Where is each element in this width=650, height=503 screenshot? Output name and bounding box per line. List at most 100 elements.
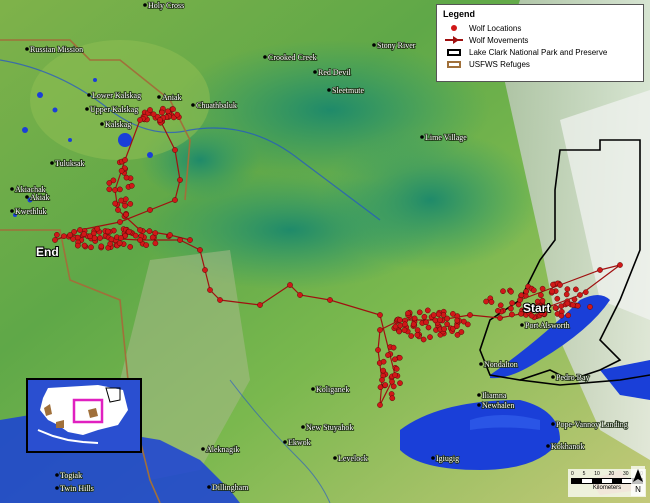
town-label: Akiak [30, 193, 50, 202]
wolf-location-point [122, 196, 129, 203]
scale-tick: 20 [608, 471, 615, 477]
wolf-location-point [77, 227, 83, 233]
wolf-location-point [94, 225, 101, 232]
town-label: Lime Village [425, 133, 467, 142]
wolf-location-point [112, 200, 119, 207]
inset-svg [37, 385, 128, 444]
town-dot [333, 456, 337, 460]
start-label: Start [523, 301, 550, 315]
black-outline-icon [443, 47, 465, 57]
town-marker: Red Devil [313, 67, 352, 78]
town-marker: Lower Kalskag [87, 90, 142, 101]
wolf-location-point [427, 334, 433, 340]
town-dot [263, 55, 267, 59]
wolf-location-point [377, 327, 383, 333]
pond [52, 107, 58, 113]
wolf-location-point [380, 367, 387, 374]
wolf-location-point [402, 321, 408, 328]
pond [22, 127, 28, 133]
town-marker: Nondalton [479, 359, 519, 370]
wolf-location-point [207, 287, 213, 293]
end-label: End [36, 245, 59, 259]
wolf-location-point [565, 312, 572, 319]
wolf-location-point [435, 311, 442, 318]
legend-label: USFWS Refuges [469, 59, 530, 69]
wolf-location-point [390, 383, 397, 390]
town-label: Igiugig [436, 454, 459, 463]
wolf-location-point [454, 317, 461, 324]
town-dot [477, 403, 481, 407]
wolf-location-point [87, 233, 93, 240]
wolf-location-point [128, 182, 135, 189]
town-marker: Aleknagik [201, 444, 240, 455]
town-label: Nondalton [484, 360, 518, 369]
wolf-location-point [122, 157, 128, 163]
map-view[interactable]: Holy Cross Russian Mission Lower Kalskag Up… [0, 0, 650, 503]
town-marker: Twin Hills [55, 483, 95, 494]
wolf-location-point [177, 177, 183, 183]
wolf-location-point [573, 286, 579, 293]
town-dot [201, 447, 205, 451]
pond [93, 78, 97, 82]
town-marker: Russian Mission [25, 44, 84, 55]
wolf-location-point [392, 372, 398, 378]
wolf-location-point [81, 242, 88, 249]
wolf-location-point [392, 323, 399, 330]
wolf-location-point [570, 302, 576, 308]
town-dot [327, 88, 331, 92]
wolf-location-point [397, 380, 403, 386]
wolf-location-point [421, 313, 428, 320]
wolf-location-point [392, 356, 398, 363]
town-dot [87, 93, 91, 97]
wolf-location-point [390, 344, 397, 351]
town-marker: Stony River [372, 40, 417, 51]
legend-item-wolf-movements: Wolf Movements [443, 34, 637, 46]
pond [37, 92, 43, 98]
town-dot [143, 3, 147, 7]
wolf-location-point [172, 147, 178, 153]
town-dot [100, 122, 104, 126]
wolf-location-point [416, 309, 423, 316]
town-label: Russian Mission [30, 45, 83, 54]
town-marker: Tuluksak [50, 158, 85, 169]
town-dot [520, 323, 524, 327]
town-label: Twin Hills [60, 484, 94, 493]
wolf-location-point [441, 326, 447, 332]
town-dot [50, 161, 54, 165]
wolf-location-point [467, 312, 473, 318]
town-marker: Ekwok [283, 437, 311, 448]
town-dot [551, 375, 555, 379]
wolf-location-point [117, 219, 123, 225]
town-label: Newhalen [482, 401, 514, 410]
town-label: Stony River [377, 41, 416, 50]
wolf-location-point [464, 321, 471, 328]
town-dot [10, 209, 14, 213]
wolf-location-point [88, 244, 94, 251]
town-marker: Koliganek [311, 384, 350, 395]
wolf-location-point [147, 107, 153, 113]
wolf-location-point [106, 180, 113, 186]
town-dot [546, 444, 550, 448]
town-label: Crooked Creek [268, 53, 317, 62]
wolf-location-point [393, 366, 400, 372]
town-marker: Dillingham [207, 482, 250, 493]
wolf-location-point [74, 242, 81, 249]
town-label: Ekwok [288, 438, 311, 447]
town-dot [283, 440, 287, 444]
alaska-inset-map [26, 378, 142, 453]
town-label: Levelock [338, 454, 368, 463]
wolf-location-point [174, 111, 181, 118]
wolf-location-point [437, 317, 443, 323]
town-dot [372, 43, 376, 47]
town-dot [55, 486, 59, 490]
wolf-location-point [557, 282, 563, 288]
town-label: Red Devil [318, 68, 351, 77]
wolf-location-point [410, 321, 417, 328]
wolf-location-point [382, 382, 389, 388]
wolf-location-point [408, 333, 415, 339]
town-marker: Sleetmute [327, 85, 365, 96]
red-dot-icon [443, 23, 465, 33]
town-marker: Newhalen [477, 400, 515, 411]
town-label: Sleetmute [332, 86, 364, 95]
wolf-location-point [81, 231, 87, 237]
